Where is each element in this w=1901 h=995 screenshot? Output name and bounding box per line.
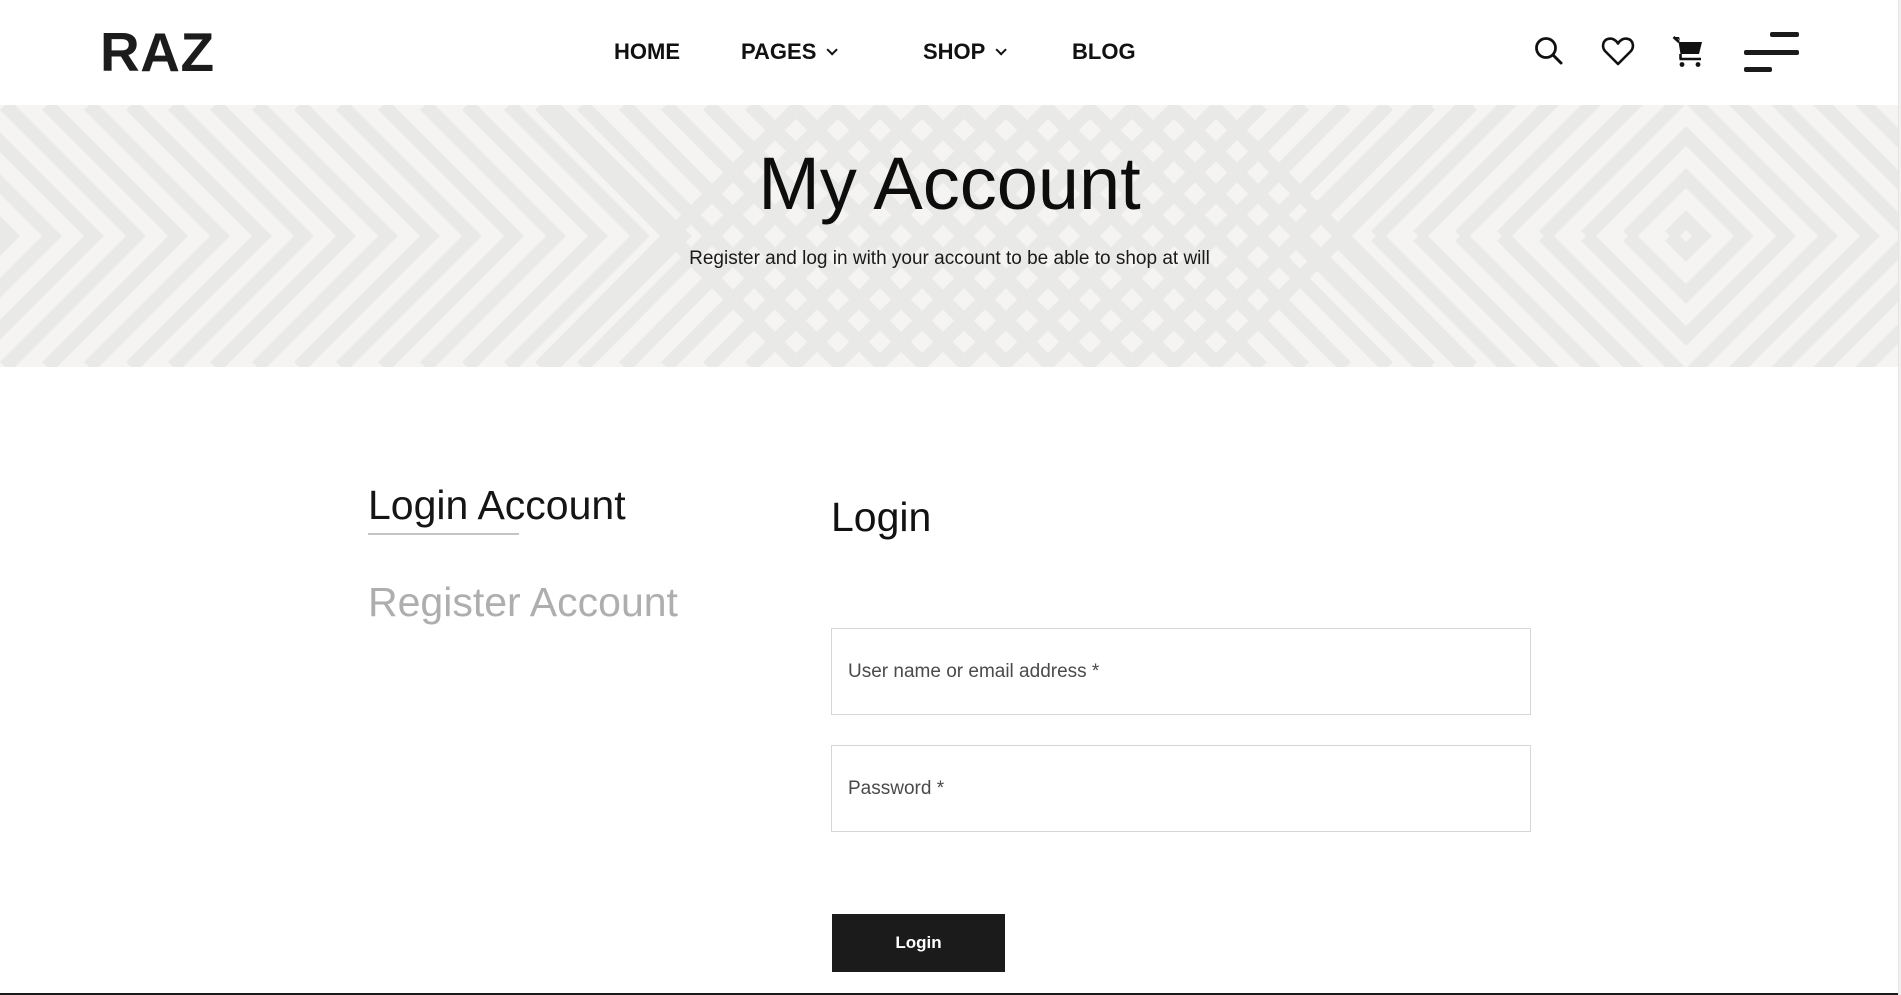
nav-item-blog[interactable]: BLOG (1072, 38, 1136, 66)
active-tab-underline (368, 533, 519, 535)
chevron-down-icon (826, 44, 839, 56)
chevron-down-icon (995, 44, 1008, 56)
site-header: RAZ HOME PAGES SHOP BLOG (0, 0, 1899, 105)
account-tabs: Login Account Register Account (368, 480, 708, 627)
search-icon (1535, 37, 1563, 65)
password-field-wrapper (831, 745, 1531, 832)
nav-item-pages[interactable]: PAGES (741, 38, 839, 66)
cart-icon (1672, 36, 1702, 67)
username-field-wrapper (831, 628, 1531, 715)
tab-login-account[interactable]: Login Account (368, 480, 708, 530)
login-button[interactable]: Login (832, 914, 1005, 972)
page-banner: My Account Register and log in with your… (0, 105, 1899, 367)
site-logo[interactable]: RAZ (100, 20, 215, 84)
nav-item-label: PAGES (741, 39, 817, 64)
login-heading: Login (831, 494, 932, 540)
nav-item-label: HOME (614, 39, 680, 64)
wishlist-button[interactable] (1600, 33, 1636, 69)
nav-item-label: BLOG (1072, 39, 1136, 64)
tab-register-account[interactable]: Register Account (368, 577, 708, 627)
menu-button[interactable] (1742, 30, 1800, 74)
page-subtitle: Register and log in with your account to… (689, 248, 1210, 269)
username-input[interactable] (832, 629, 1530, 714)
nav-item-label: SHOP (923, 39, 986, 64)
page-title: My Account (758, 142, 1141, 225)
nav-item-shop[interactable]: SHOP (923, 38, 1008, 66)
search-button[interactable] (1531, 33, 1567, 69)
password-input[interactable] (832, 746, 1530, 831)
nav-item-home[interactable]: HOME (614, 38, 680, 66)
heart-icon (1601, 37, 1635, 66)
login-panel: Login Login (831, 492, 1531, 972)
cart-button[interactable] (1670, 33, 1706, 69)
